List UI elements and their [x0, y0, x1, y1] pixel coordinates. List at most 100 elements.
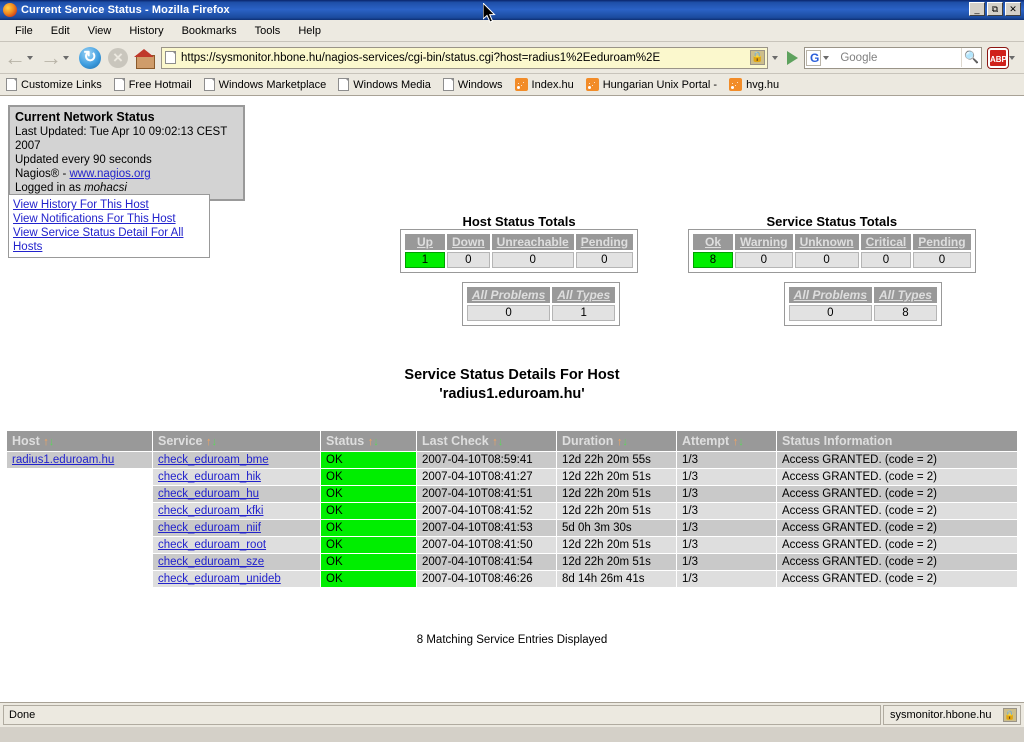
menu-item-help[interactable]: Help — [289, 23, 330, 39]
bookmark-hungarian-unix-portal[interactable]: Hungarian Unix Portal - — [585, 78, 717, 91]
sort-descending-icon[interactable]: ↓ — [498, 436, 504, 448]
google-logo-icon[interactable]: G — [806, 49, 822, 66]
sort-descending-icon[interactable]: ↓ — [738, 436, 744, 448]
minimize-button[interactable]: _ — [969, 2, 985, 16]
column-header-duration[interactable]: Duration ↑↓ — [556, 430, 677, 452]
cell-last-check: 2007-04-10T08:41:51 — [416, 485, 557, 503]
cell-duration: 12d 22h 20m 51s — [556, 536, 677, 554]
bookmark-windows-media[interactable]: Windows Media — [338, 78, 431, 91]
service-link[interactable]: check_eduroam_kfki — [158, 505, 263, 517]
stop-icon[interactable] — [108, 47, 128, 68]
service-link[interactable]: check_eduroam_root — [158, 539, 266, 551]
bookmark-free-hotmail[interactable]: Free Hotmail — [113, 78, 192, 91]
go-button[interactable] — [787, 50, 798, 65]
logged-in-line: Logged in as mohacsi — [15, 181, 238, 195]
sort-descending-icon[interactable]: ↓ — [211, 436, 217, 448]
back-button[interactable] — [4, 49, 38, 67]
menu-item-history[interactable]: History — [120, 23, 172, 39]
service-subtotal-header-all-problems[interactable]: All Problems — [788, 287, 873, 303]
host-total-value-pending: 0 — [575, 252, 634, 268]
menu-item-file[interactable]: File — [6, 23, 42, 39]
nagios-website-link[interactable]: www.nagios.org — [70, 168, 151, 180]
menu-item-view[interactable]: View — [79, 23, 121, 39]
cell-service: check_eduroam_bme — [152, 451, 321, 469]
service-total-header-warning[interactable]: Warning — [735, 234, 793, 250]
sort-descending-icon[interactable]: ↓ — [49, 436, 55, 448]
toolbar-overflow-icon[interactable] — [1009, 55, 1015, 60]
table-row: check_eduroam_kfki OK 2007-04-10T08:41:5… — [6, 502, 1018, 520]
forward-button[interactable] — [40, 49, 74, 67]
back-dropdown-icon[interactable] — [27, 55, 33, 60]
security-host-indicator[interactable]: sysmonitor.hbone.hu — [883, 705, 1021, 725]
service-subtotal-value-all-problems: 0 — [788, 305, 873, 321]
bookmark-windows[interactable]: Windows — [442, 78, 503, 91]
host-total-value-up: 1 — [405, 252, 445, 268]
host-subtotal-header-all-problems[interactable]: All Problems — [466, 287, 551, 303]
status-badge: OK — [320, 519, 417, 537]
search-icon[interactable] — [961, 48, 981, 67]
host-total-header-down[interactable]: Down — [447, 234, 490, 250]
service-total-header-pending[interactable]: Pending — [913, 234, 971, 250]
service-link[interactable]: check_eduroam_sze — [158, 556, 264, 568]
cell-duration: 5d 0h 3m 30s — [556, 519, 677, 537]
service-link[interactable]: check_eduroam_hik — [158, 471, 261, 483]
reload-icon[interactable] — [79, 46, 101, 69]
search-input[interactable]: Google — [834, 52, 961, 64]
status-badge: OK — [320, 451, 417, 469]
cell-service: check_eduroam_niif — [152, 519, 321, 537]
page-icon — [165, 51, 176, 64]
url-bar[interactable]: https://sysmonitor.hbone.hu/nagios-servi… — [161, 46, 768, 69]
bookmark-label: Windows Media — [353, 78, 431, 91]
link-view-service-status-detail-all-hosts[interactable]: View Service Status Detail For All Hosts — [13, 226, 205, 254]
service-subtotal-header-all-types[interactable]: All Types — [874, 287, 937, 303]
search-bar[interactable]: G Google — [804, 46, 982, 69]
column-header-host[interactable]: Host ↑↓ — [6, 430, 153, 452]
cell-status-information: Access GRANTED. (code = 2) — [776, 485, 1018, 503]
column-header-service[interactable]: Service ↑↓ — [152, 430, 321, 452]
service-link[interactable]: check_eduroam_unideb — [158, 573, 281, 585]
cell-last-check: 2007-04-10T08:41:50 — [416, 536, 557, 554]
bookmark-customize-links[interactable]: Customize Links — [6, 78, 102, 91]
search-engine-dropdown-icon[interactable] — [823, 55, 830, 60]
adblock-plus-icon[interactable]: ABP — [988, 47, 1008, 68]
cell-status-information: Access GRANTED. (code = 2) — [776, 553, 1018, 571]
service-subtotals-row: All Problems All Types 0 8 — [688, 282, 976, 326]
table-row: radius1.eduroam.hu check_eduroam_bme OK … — [6, 451, 1018, 469]
service-link[interactable]: check_eduroam_niif — [158, 522, 261, 534]
service-link[interactable]: check_eduroam_hu — [158, 488, 259, 500]
bookmark-hvg-hu[interactable]: hvg.hu — [729, 78, 779, 91]
column-header-status[interactable]: Status ↑↓ — [320, 430, 417, 452]
cell-status-information: Access GRANTED. (code = 2) — [776, 536, 1018, 554]
column-header-last-check-label: Last Check — [422, 434, 489, 448]
host-total-header-pending[interactable]: Pending — [575, 234, 634, 250]
host-link[interactable]: radius1.eduroam.hu — [12, 454, 114, 466]
bookmark-index-hu[interactable]: Index.hu — [514, 78, 574, 91]
host-total-header-up[interactable]: Up — [405, 234, 445, 250]
host-subtotal-header-all-types[interactable]: All Types — [552, 287, 616, 303]
service-link[interactable]: check_eduroam_bme — [158, 454, 269, 466]
sort-descending-icon[interactable]: ↓ — [622, 436, 628, 448]
sort-descending-icon[interactable]: ↓ — [373, 436, 379, 448]
close-button[interactable]: ✕ — [1005, 2, 1021, 16]
bookmark-windows-marketplace[interactable]: Windows Marketplace — [203, 78, 326, 91]
link-view-notifications-for-this-host[interactable]: View Notifications For This Host — [13, 212, 205, 226]
menu-item-tools[interactable]: Tools — [246, 23, 290, 39]
host-total-header-unreachable[interactable]: Unreachable — [491, 234, 574, 250]
menu-item-bookmarks[interactable]: Bookmarks — [173, 23, 246, 39]
service-total-value-unknown: 0 — [794, 252, 859, 268]
forward-dropdown-icon[interactable] — [63, 55, 69, 60]
service-total-value-pending: 0 — [913, 252, 971, 268]
window-titlebar: Current Service Status - Mozilla Firefox… — [0, 0, 1024, 20]
service-total-header-unknown[interactable]: Unknown — [794, 234, 859, 250]
service-total-header-ok[interactable]: Ok — [693, 234, 733, 250]
restore-button[interactable]: ⧉ — [987, 2, 1003, 16]
url-dropdown-icon[interactable] — [772, 55, 778, 60]
service-total-header-critical[interactable]: Critical — [860, 234, 912, 250]
column-header-attempt[interactable]: Attempt ↑↓ — [676, 430, 777, 452]
cell-last-check: 2007-04-10T08:41:52 — [416, 502, 557, 520]
bookmark-label: Customize Links — [21, 78, 102, 91]
menu-item-edit[interactable]: Edit — [42, 23, 79, 39]
link-view-history-for-this-host[interactable]: View History For This Host — [13, 198, 205, 212]
column-header-last-check[interactable]: Last Check ↑↓ — [416, 430, 557, 452]
home-icon[interactable] — [134, 48, 156, 69]
